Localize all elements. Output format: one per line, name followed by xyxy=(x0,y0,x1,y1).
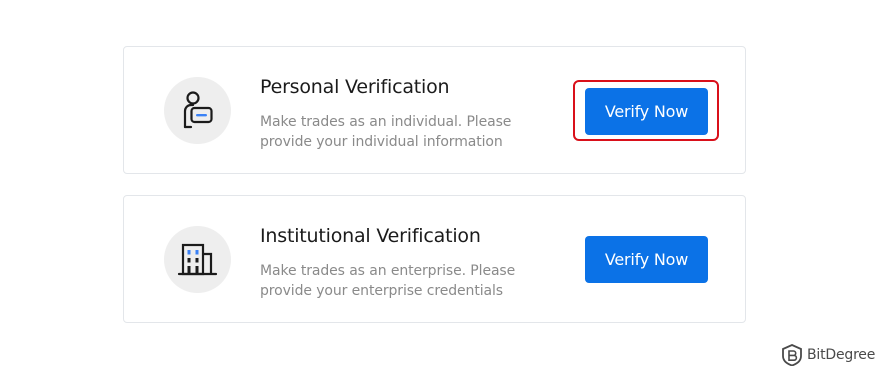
building-icon xyxy=(164,226,231,293)
bitdegree-watermark: BitDegree xyxy=(781,344,875,366)
bitdegree-logo-icon xyxy=(782,344,802,366)
person-id-icon xyxy=(164,77,231,144)
card-title: Personal Verification xyxy=(260,76,450,98)
institutional-verify-now-button[interactable]: Verify Now xyxy=(585,236,708,283)
watermark-text: BitDegree xyxy=(807,347,876,363)
card-title: Institutional Verification xyxy=(260,225,481,247)
card-description: Make trades as an enterprise. Please pro… xyxy=(260,263,516,299)
highlight-annotation xyxy=(573,80,719,141)
card-description: Make trades as an individual. Please pro… xyxy=(260,114,512,150)
institutional-verification-card: Institutional Verification Make trades a… xyxy=(123,195,746,323)
